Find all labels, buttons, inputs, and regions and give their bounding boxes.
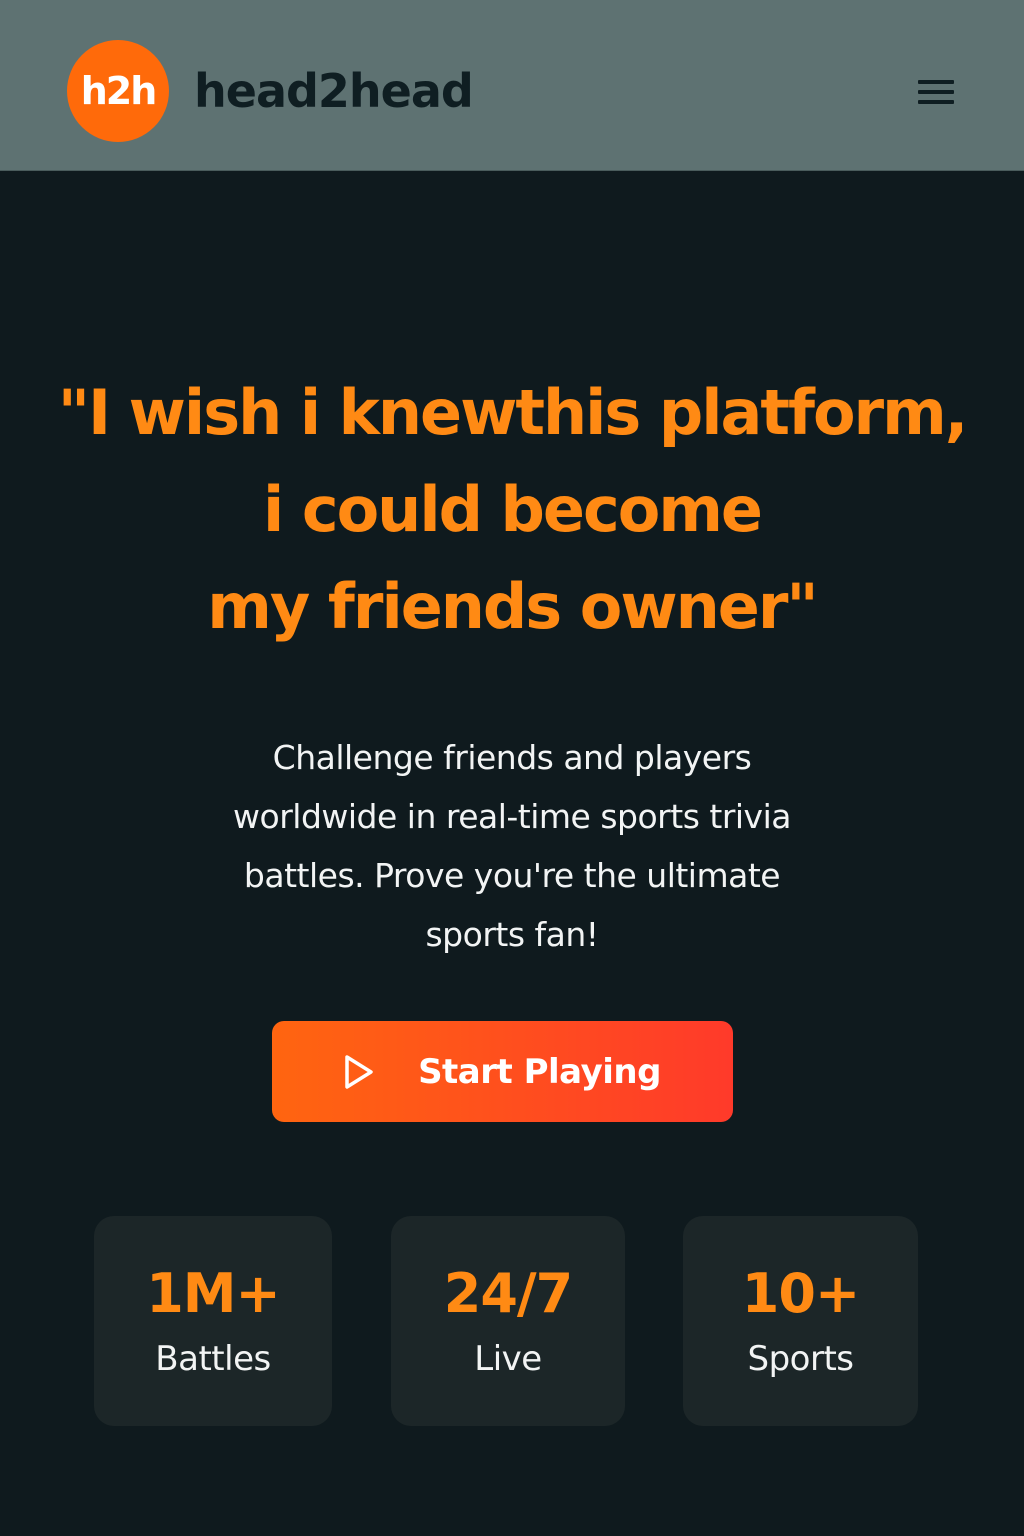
stat-card-live: 24/7 Live	[391, 1216, 625, 1426]
stat-value: 24/7	[443, 1262, 573, 1325]
menu-button[interactable]	[912, 70, 960, 114]
stat-value: 1M+	[146, 1262, 281, 1325]
hamburger-menu-icon	[918, 80, 954, 104]
stat-card-battles: 1M+ Battles	[94, 1216, 332, 1426]
top-header: h2h head2head	[0, 0, 1024, 171]
start-playing-label: Start Playing	[418, 1051, 661, 1092]
stat-label: Sports	[747, 1339, 855, 1379]
hero-subtitle: Challenge friends and players worldwide …	[0, 728, 1024, 964]
stat-label: Live	[474, 1339, 542, 1379]
hero-subtitle-line: Challenge friends and players	[272, 738, 752, 777]
stat-label: Battles	[155, 1339, 271, 1379]
hero-quote-line: "I wish i knewthis platform,	[57, 376, 969, 449]
stat-card-sports: 10+ Sports	[683, 1216, 918, 1426]
hero-subtitle-line: sports fan!	[425, 915, 599, 954]
start-playing-button[interactable]: Start Playing	[272, 1021, 733, 1122]
logo-badge[interactable]: h2h	[67, 40, 169, 142]
brand-name[interactable]: head2head	[194, 62, 474, 120]
hero-quote-line: my friends owner"	[207, 570, 818, 643]
play-icon	[345, 1054, 373, 1089]
hero-quote-line: i could become	[263, 473, 763, 546]
stat-value: 10+	[741, 1262, 860, 1325]
hero-subtitle-line: battles. Prove you're the ultimate	[243, 856, 781, 895]
hero-subtitle-line: worldwide in real-time sports trivia	[233, 797, 791, 836]
hero-quote: "I wish i knewthis platform, i could bec…	[0, 364, 1024, 655]
